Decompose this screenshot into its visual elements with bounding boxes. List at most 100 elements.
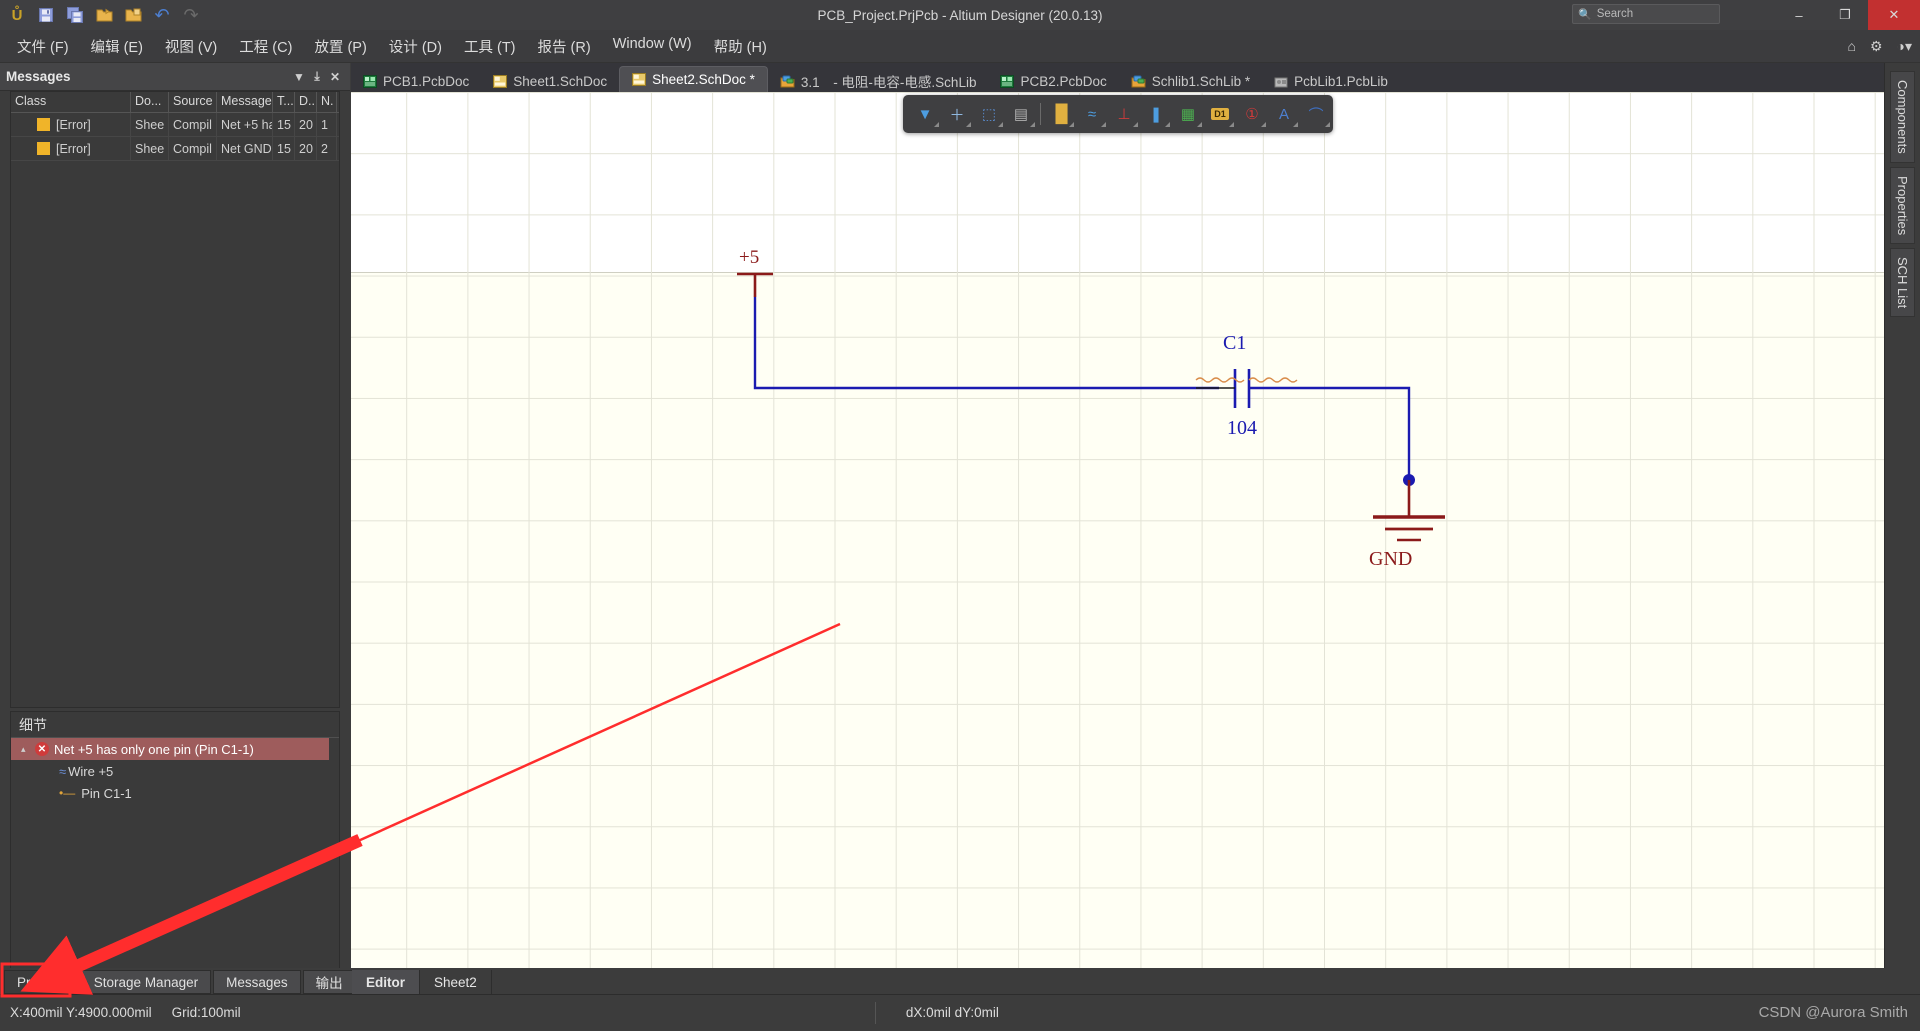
menu-file[interactable]: 文件 (F) bbox=[6, 32, 80, 61]
tab-pcb2-pcbdoc[interactable]: PCB2.PcbDoc bbox=[988, 70, 1118, 92]
junction-tool-icon[interactable]: ＋ bbox=[941, 99, 973, 129]
altium-logo-icon[interactable]: Ů bbox=[4, 3, 30, 27]
wire-tool-icon[interactable]: ▼ bbox=[909, 99, 941, 129]
open-project-icon[interactable] bbox=[120, 3, 146, 27]
menu-bar-right-icons: ⌂ ⚙ ◑▾ bbox=[1847, 38, 1912, 55]
tab-schlib-rlc[interactable]: 3.1 - 电阻-电容-电感.SchLib bbox=[768, 70, 989, 92]
status-grid: Grid:100mil bbox=[171, 1005, 241, 1020]
menu-reports[interactable]: 报告 (R) bbox=[527, 32, 602, 61]
place-text-tool-icon[interactable]: A bbox=[1268, 99, 1300, 129]
right-tab-properties[interactable]: Properties bbox=[1890, 166, 1915, 244]
col-no[interactable]: N. bbox=[317, 92, 337, 112]
right-tab-components[interactable]: Components bbox=[1890, 71, 1915, 163]
align-tool-icon[interactable]: ▤ bbox=[1005, 99, 1037, 129]
minimize-button[interactable]: – bbox=[1776, 0, 1822, 30]
doc-tab-editor[interactable]: Editor bbox=[352, 970, 420, 994]
tree-item-label: Wire +5 bbox=[68, 763, 114, 779]
menu-help[interactable]: 帮助 (H) bbox=[703, 32, 778, 61]
home-icon[interactable]: ⌂ bbox=[1847, 38, 1855, 54]
col-date[interactable]: D... bbox=[295, 92, 317, 112]
detail-wire-node[interactable]: ≈ Wire +5 bbox=[11, 760, 339, 782]
bottom-tab-output[interactable]: 输出 bbox=[302, 970, 356, 994]
table-row[interactable]: [Error] SheeCompilNet GND h15202 bbox=[11, 136, 339, 161]
tree-item-label: Pin C1-1 bbox=[81, 785, 132, 801]
undo-icon[interactable]: ↶ bbox=[149, 3, 175, 27]
place-net-label-icon[interactable]: D1 bbox=[1204, 99, 1236, 129]
panel-menu-icon[interactable]: ▼ bbox=[290, 70, 308, 84]
save-icon[interactable] bbox=[33, 3, 59, 27]
col-source[interactable]: Source bbox=[169, 92, 217, 112]
wire-icon: ≈ bbox=[59, 763, 66, 779]
place-no-erc-icon[interactable]: ① bbox=[1236, 99, 1268, 129]
tool-glyph: A bbox=[1278, 105, 1289, 123]
tab-label: PcbLib1.PcbLib bbox=[1294, 73, 1388, 89]
place-port-tool-icon[interactable]: ❚ bbox=[1140, 99, 1172, 129]
status-delta: dX:0mil dY:0mil bbox=[905, 1005, 999, 1020]
detail-pin-node[interactable]: •— Pin C1-1 bbox=[11, 782, 339, 804]
gear-icon[interactable]: ⚙ bbox=[1870, 38, 1883, 55]
tool-glyph: █ bbox=[1055, 104, 1067, 123]
cell-source: Compil bbox=[169, 112, 217, 137]
cell-text: [Error] bbox=[56, 117, 91, 132]
tab-schlib1[interactable]: Schlib1.SchLib * bbox=[1119, 70, 1262, 92]
place-arc-tool-icon[interactable]: ⌒ bbox=[1300, 99, 1332, 129]
tool-glyph: ① bbox=[1245, 106, 1259, 123]
menu-window[interactable]: Window (W) bbox=[602, 32, 703, 61]
schematic-canvas[interactable]: +5 C1 104 GND bbox=[351, 92, 1884, 968]
tool-glyph: ⬚ bbox=[981, 106, 997, 123]
menu-tools[interactable]: 工具 (T) bbox=[453, 32, 527, 61]
save-all-icon[interactable] bbox=[62, 3, 88, 27]
cell-class: [Error] bbox=[11, 112, 131, 137]
cell-date: 20 bbox=[295, 112, 317, 137]
place-sheet-symbol-icon[interactable]: ▦ bbox=[1172, 99, 1204, 129]
search-input[interactable]: 🔍 Search bbox=[1572, 4, 1720, 24]
canvas-grid bbox=[351, 92, 1884, 968]
menu-place[interactable]: 放置 (P) bbox=[303, 32, 377, 61]
cell-message: Net +5 has bbox=[217, 112, 273, 137]
cell-class: [Error] bbox=[11, 136, 131, 161]
messages-panel-title: Messages bbox=[6, 69, 71, 84]
user-account-icon[interactable]: ◑▾ bbox=[1897, 38, 1912, 55]
tab-label: Schlib1.SchLib * bbox=[1151, 73, 1251, 89]
redo-icon[interactable]: ↷ bbox=[178, 3, 204, 27]
document-tab-bar: PCB1.PcbDoc Sheet1.SchDoc Sheet2.SchDoc * 3… bbox=[351, 63, 1884, 92]
tab-sheet1-schdoc[interactable]: Sheet1.SchDoc bbox=[481, 70, 619, 92]
title-bar: Ů ↶ ↷ PCB_Project.PrjPcb - Altium Design… bbox=[0, 0, 1920, 30]
panel-pin-icon[interactable]: ⤓ bbox=[308, 69, 326, 84]
search-placeholder-text: Search bbox=[1596, 8, 1634, 20]
place-part-tool-icon[interactable]: █ bbox=[1044, 99, 1076, 129]
tab-pcblib1[interactable]: PcbLib1.PcbLib bbox=[1262, 70, 1400, 92]
menu-project[interactable]: 工程 (C) bbox=[228, 32, 303, 61]
table-header-row: Class Do... Source Message T... D... N. bbox=[11, 92, 339, 113]
panel-close-icon[interactable]: ✕ bbox=[326, 70, 344, 84]
tab-label: PCB1.PcbDoc bbox=[383, 73, 470, 89]
cell-no: 1 bbox=[317, 112, 337, 137]
tab-pcb1-pcbdoc[interactable]: PCB1.PcbDoc bbox=[351, 70, 481, 92]
status-bar: X:400mil Y:4900.000mil Grid:100mil dX:0m… bbox=[0, 994, 1920, 1030]
col-message[interactable]: Message bbox=[217, 92, 273, 112]
detail-panel-title: 细节 bbox=[11, 712, 339, 738]
right-tab-sch-list[interactable]: SCH List bbox=[1890, 247, 1915, 318]
detail-net-error[interactable]: ▴ ✕ Net +5 has only one pin (Pin C1-1) bbox=[11, 738, 329, 760]
menu-view[interactable]: 视图 (V) bbox=[154, 32, 228, 61]
tab-sheet2-schdoc[interactable]: Sheet2.SchDoc * bbox=[619, 66, 768, 92]
tool-glyph: ▦ bbox=[1180, 106, 1196, 123]
col-class[interactable]: Class bbox=[11, 92, 131, 112]
bottom-tab-storage-manager[interactable]: Storage Manager bbox=[80, 970, 212, 994]
bottom-tab-projects[interactable]: Projects bbox=[4, 970, 79, 994]
menu-design[interactable]: 设计 (D) bbox=[378, 32, 453, 61]
place-power-port-icon[interactable]: ⊥ bbox=[1108, 99, 1140, 129]
open-icon[interactable] bbox=[91, 3, 117, 27]
place-bus-tool-icon[interactable]: ≈ bbox=[1076, 99, 1108, 129]
tree-expander-icon[interactable]: ▴ bbox=[21, 744, 35, 755]
menu-edit[interactable]: 编辑 (E) bbox=[80, 32, 154, 61]
doc-tab-sheet2[interactable]: Sheet2 bbox=[420, 970, 492, 994]
area-select-tool-icon[interactable]: ⬚ bbox=[973, 99, 1005, 129]
bottom-tab-messages[interactable]: Messages bbox=[213, 970, 301, 994]
close-button[interactable]: ✕ bbox=[1868, 0, 1920, 30]
col-document[interactable]: Do... bbox=[131, 92, 169, 112]
maximize-button[interactable]: ❐ bbox=[1822, 0, 1868, 30]
col-time[interactable]: T... bbox=[273, 92, 295, 112]
error-circle-icon: ✕ bbox=[35, 742, 49, 756]
table-row[interactable]: [Error] SheeCompilNet +5 has15201 bbox=[11, 112, 339, 137]
